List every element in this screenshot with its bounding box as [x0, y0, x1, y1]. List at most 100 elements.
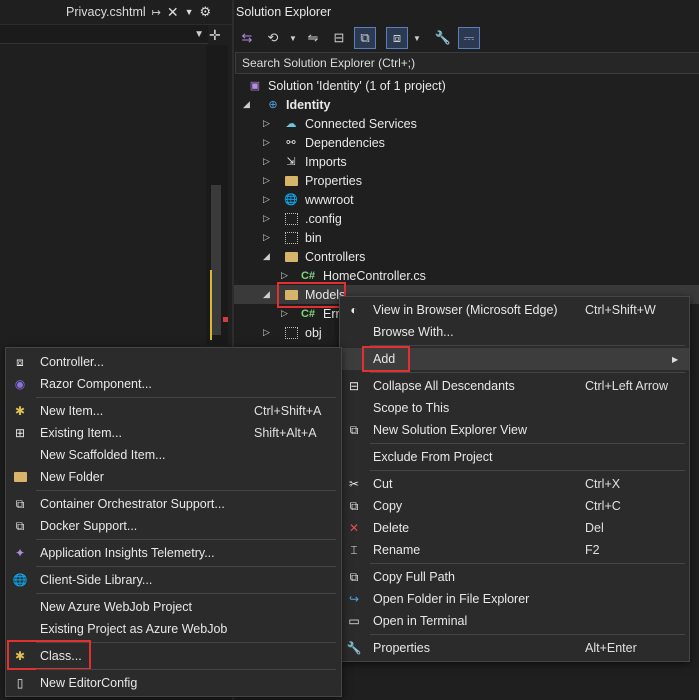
solution-explorer-title: Solution Explorer [236, 5, 332, 19]
change-marker [210, 270, 212, 340]
expanded-arrow-icon[interactable]: ◢ [243, 99, 250, 110]
add-highlight-box [362, 346, 410, 372]
search-solution-explorer-input[interactable]: Search Solution Explorer (Ctrl+;) [235, 52, 699, 74]
menu-item-exclude[interactable]: Exclude From Project [340, 446, 689, 468]
models-highlight-box [277, 282, 346, 308]
submenu-item-existing-item[interactable]: ⊞ Existing Item... Shift+Alt+A [6, 422, 341, 444]
rename-icon: ⌶ [350, 542, 358, 557]
menu-item-new-se-view[interactable]: ⧉ New Solution Explorer View [340, 419, 689, 441]
collapsed-arrow-icon[interactable]: ▷ [281, 270, 288, 281]
menu-item-properties[interactable]: 🔧 Properties Alt+Enter [340, 637, 689, 659]
scrollbar-thumb[interactable] [211, 185, 221, 335]
menu-item-rename[interactable]: ⌶ Rename F2 [340, 539, 689, 561]
submenu-item-new-folder[interactable]: New Folder [6, 466, 341, 488]
collapsed-arrow-icon[interactable]: ▷ [263, 213, 270, 224]
close-icon[interactable]: ✕ [167, 4, 179, 21]
folder-icon [284, 250, 298, 264]
menu-item-scope-to-this[interactable]: Scope to This [340, 397, 689, 419]
collapsed-arrow-icon[interactable]: ▷ [263, 232, 270, 243]
sync-icon[interactable]: ⇋ [302, 27, 324, 49]
dependencies-icon: ⚯ [286, 137, 296, 149]
tab-label: Privacy.cshtml [66, 5, 146, 19]
existing-item-icon: ⊞ [14, 426, 26, 440]
tab-privacy-cshtml[interactable]: Privacy.cshtml ↦ ✕ ▼ ⚙ [66, 2, 211, 22]
collapsed-arrow-icon[interactable]: ▷ [263, 118, 270, 129]
tree-item-connected-services[interactable]: ▷ ☁ Connected Services [234, 114, 699, 133]
folder-dotted-icon [284, 212, 298, 226]
container-icon: ⧉ [15, 496, 25, 511]
menu-item-open-terminal[interactable]: ▭ Open in Terminal [340, 610, 689, 632]
tree-item-wwwroot[interactable]: ▷ 🌐 wwwroot [234, 190, 699, 209]
submenu-item-new-azure-webjob[interactable]: New Azure WebJob Project [6, 596, 341, 618]
switch-views-icon[interactable]: ⇆ [236, 27, 258, 49]
menu-item-delete[interactable]: ✕ Delete Del [340, 517, 689, 539]
submenu-item-new-scaffolded[interactable]: New Scaffolded Item... [6, 444, 341, 466]
chevron-down-icon[interactable]: ▼ [194, 29, 204, 40]
collapsed-arrow-icon[interactable]: ▷ [263, 156, 270, 167]
tree-item-project-identity[interactable]: ◢ ⊕ Identity [234, 95, 699, 114]
submenu-item-new-item[interactable]: ✱ New Item... Ctrl+Shift+A [6, 400, 341, 422]
editor-navigation-bar[interactable]: ▼ [0, 25, 208, 44]
pending-changes-filter-icon[interactable]: ⎓ [458, 27, 480, 49]
submenu-item-new-editorconfig[interactable]: ▯ New EditorConfig [6, 672, 341, 694]
history-icon[interactable]: ⟲ [262, 27, 284, 49]
csharp-file-icon: C# [300, 307, 316, 320]
submenu-item-existing-azure-webjob[interactable]: Existing Project as Azure WebJob [6, 618, 341, 640]
copy-icon: ⧉ [349, 498, 359, 513]
menu-item-open-folder[interactable]: ↪ Open Folder in File Explorer [340, 588, 689, 610]
chevron-down-icon[interactable]: ▼ [412, 27, 422, 49]
expanded-arrow-icon[interactable]: ◢ [263, 289, 270, 300]
show-all-files-icon[interactable]: ⧉ [354, 27, 376, 49]
menu-item-copy[interactable]: ⧉ Copy Ctrl+C [340, 495, 689, 517]
chevron-down-icon[interactable]: ▼ [185, 7, 194, 17]
gear-icon[interactable]: ⚙ [200, 4, 212, 20]
submenu-item-controller[interactable]: ⧈ Controller... [6, 351, 341, 373]
class-highlight-box [7, 640, 91, 670]
pin-icon[interactable]: ↦ [152, 6, 161, 19]
submenu-item-container-orchestrator[interactable]: ⧉ Container Orchestrator Support... [6, 493, 341, 515]
split-plus-icon[interactable]: ✛ [209, 27, 221, 44]
open-folder-icon: ↪ [348, 592, 360, 606]
app-insights-icon: ✦ [14, 546, 26, 560]
properties-folder-icon [284, 174, 298, 188]
collapsed-arrow-icon[interactable]: ▷ [263, 137, 270, 148]
client-library-icon: 🌐 [12, 573, 28, 587]
chevron-right-icon: ▶ [672, 354, 679, 364]
tree-item-properties[interactable]: ▷ Properties [234, 171, 699, 190]
collapsed-arrow-icon[interactable]: ▷ [263, 327, 270, 338]
menu-item-cut[interactable]: ✂ Cut Ctrl+X [340, 473, 689, 495]
menu-item-collapse-all[interactable]: ⊟ Collapse All Descendants Ctrl+Left Arr… [340, 375, 689, 397]
menu-item-view-in-browser[interactable]: ◐ View in Browser (Microsoft Edge) Ctrl+… [340, 299, 689, 321]
tree-item-solution[interactable]: ▣ Solution 'Identity' (1 of 1 project) [234, 76, 699, 95]
expanded-arrow-icon[interactable]: ◢ [263, 251, 270, 262]
submenu-item-app-insights[interactable]: ✦ Application Insights Telemetry... [6, 542, 341, 564]
chevron-down-icon[interactable]: ▼ [288, 27, 298, 49]
submenu-item-docker-support[interactable]: ⧉ Docker Support... [6, 515, 341, 537]
collapse-all-icon[interactable]: ⊟ [328, 27, 350, 49]
wrench-icon[interactable]: 🔧 [432, 27, 454, 49]
tree-item-bin[interactable]: ▷ bin [234, 228, 699, 247]
editor-scrollbar[interactable] [206, 45, 228, 345]
add-submenu: ⧈ Controller... ◉ Razor Component... ✱ N… [5, 347, 342, 697]
new-folder-icon [12, 469, 28, 485]
menu-item-copy-full-path[interactable]: ⧉ Copy Full Path [340, 566, 689, 588]
submenu-item-razor-component[interactable]: ◉ Razor Component... [6, 373, 341, 395]
tree-item-config[interactable]: ▷ .config [234, 209, 699, 228]
imports-icon: ⇲ [286, 156, 296, 168]
editor-tab-bar: Privacy.cshtml ↦ ✕ ▼ ⚙ [0, 0, 232, 25]
cut-icon: ✂ [348, 477, 360, 491]
solution-explorer-toolbar: ⇆ ⟲ ▼ ⇋ ⊟ ⧉ ⧈ ▼ 🔧 ⎓ [236, 26, 480, 50]
menu-item-browse-with[interactable]: Browse With... [340, 321, 689, 343]
submenu-item-client-side-library[interactable]: 🌐 Client-Side Library... [6, 569, 341, 591]
collapsed-arrow-icon[interactable]: ▷ [281, 308, 288, 319]
new-view-icon: ⧉ [349, 422, 359, 437]
tree-item-imports[interactable]: ▷ ⇲ Imports [234, 152, 699, 171]
collapsed-arrow-icon[interactable]: ▷ [263, 175, 270, 186]
tree-item-dependencies[interactable]: ▷ ⚯ Dependencies [234, 133, 699, 152]
solution-icon: ▣ [249, 80, 261, 92]
preview-selected-icon[interactable]: ⧈ [386, 27, 408, 49]
collapsed-arrow-icon[interactable]: ▷ [263, 194, 270, 205]
tree-item-controllers[interactable]: ◢ Controllers [234, 247, 699, 266]
wrench-icon: 🔧 [346, 641, 362, 655]
folder-dotted-icon [284, 231, 298, 245]
